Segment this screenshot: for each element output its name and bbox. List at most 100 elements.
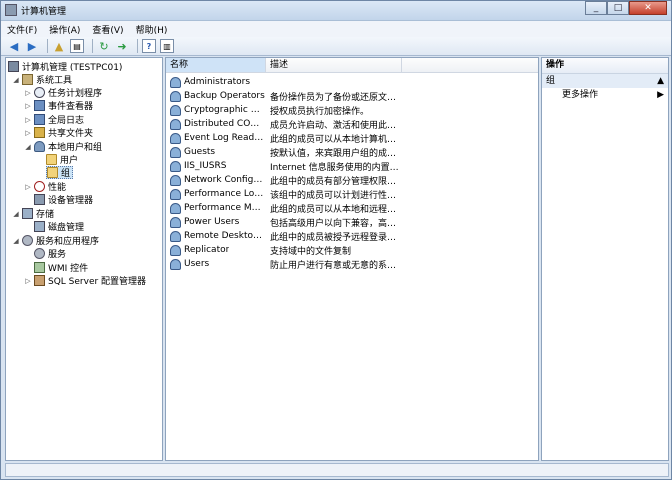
log-icon [34, 114, 45, 125]
export-list-icon[interactable]: ➜ [115, 39, 129, 53]
actions-header: 操作 [542, 58, 668, 74]
list-item[interactable]: Replicator 支持域中的文件复制 [166, 243, 538, 257]
group-description-cell: 成员允许启动、激活和使用此计... [270, 120, 402, 131]
tree-item-task-scheduler[interactable]: ▷ 任务计划程序 [24, 86, 102, 99]
tree-item-root[interactable]: 计算机管理 (TESTPC01) [8, 60, 122, 73]
event-viewer-icon [34, 100, 45, 111]
expand-arrow-icon[interactable]: ▷ [24, 129, 32, 137]
window-controls: _ □ ✕ [585, 1, 667, 15]
expand-arrow-icon[interactable]: ▷ [24, 89, 32, 97]
group-icon [170, 216, 181, 228]
clock-icon [34, 87, 45, 98]
tree-item-groups[interactable]: 组 [46, 166, 74, 179]
group-name-cell: Remote Desktop Us... [166, 230, 266, 242]
disk-icon [34, 221, 45, 232]
back-arrow-icon[interactable]: ◀ [7, 39, 21, 53]
tools-icon [22, 74, 33, 85]
group-icon [170, 244, 181, 256]
expand-arrow-icon[interactable]: ▷ [24, 116, 32, 124]
forward-arrow-icon[interactable]: ▶ [25, 39, 39, 53]
console-tree: 计算机管理 (TESTPC01) ◢ 系统工具 ▷ 任务计划程序 ▷ 事件查看器… [5, 57, 163, 461]
list-item[interactable]: Guests 按默认值，来宾跟用户组的成员... [166, 145, 538, 159]
group-description-cell: 备份操作员为了备份或还原文件... [270, 92, 402, 103]
list-item[interactable]: Distributed COM Us... 成员允许启动、激活和使用此计... [166, 117, 538, 131]
up-folder-icon[interactable]: ▲ [52, 39, 66, 53]
refresh-icon[interactable]: ↻ [97, 39, 111, 53]
close-button[interactable]: ✕ [629, 1, 667, 15]
maximize-button[interactable]: □ [607, 1, 629, 15]
actions-group-section[interactable]: 组 ▲ [542, 74, 668, 88]
menu-action[interactable]: 操作(A) [43, 23, 86, 36]
computer-management-icon [5, 4, 17, 16]
collapse-up-icon[interactable]: ▲ [657, 74, 664, 88]
show-hide-action-pane-icon[interactable]: ▥ [160, 39, 174, 53]
group-name-cell: Cryptographic Oper... [166, 104, 266, 116]
tree-item-performance[interactable]: ▷ 性能 [24, 180, 66, 193]
group-icon [170, 104, 181, 116]
group-description-cell: 授权成员执行加密操作。 [270, 106, 370, 117]
group-description-cell: 此组的成员可以从本地和远程访... [270, 204, 402, 215]
title-bar: 计算机管理 _ □ ✕ [1, 1, 671, 21]
actions-pane: 操作 组 ▲ 更多操作 ▶ [541, 57, 669, 461]
group-icon [170, 230, 181, 242]
minimize-button[interactable]: _ [585, 1, 607, 15]
list-item[interactable]: Cryptographic Oper... 授权成员执行加密操作。 [166, 103, 538, 117]
list-item[interactable]: Remote Desktop Us... 此组中的成员被授予远程登录的... [166, 229, 538, 243]
list-item[interactable]: IIS_IUSRS Internet 信息服务使用的内置组。 [166, 159, 538, 173]
tree-item-system-tools[interactable]: ◢ 系统工具 [12, 73, 72, 86]
list-item[interactable]: Administrators [166, 75, 538, 89]
menu-bar: 文件(F) 操作(A) 查看(V) 帮助(H) [1, 21, 671, 37]
expand-arrow-icon[interactable]: ▷ [24, 102, 32, 110]
folder-icon [46, 154, 57, 165]
expand-arrow-icon[interactable]: ▷ [24, 277, 32, 285]
tree-item-device-manager[interactable]: 设备管理器 [34, 193, 93, 206]
menu-view[interactable]: 查看(V) [86, 23, 129, 36]
menu-file[interactable]: 文件(F) [1, 23, 43, 36]
group-name-cell: Guests [166, 146, 266, 158]
list-item[interactable]: Backup Operators 备份操作员为了备份或还原文件... [166, 89, 538, 103]
group-name-cell: Backup Operators [166, 90, 266, 102]
list-item[interactable]: Users 防止用户进行有意或无意的系统... [166, 257, 538, 271]
tree-item-users[interactable]: 用户 [46, 153, 78, 166]
group-description-cell: 此组中的成员被授予远程登录的... [270, 232, 402, 243]
list-item[interactable]: Performance Monit... 此组的成员可以从本地和远程访... [166, 201, 538, 215]
list-item[interactable]: Power Users 包括高级用户以向下兼容，高级... [166, 215, 538, 229]
collapse-arrow-icon[interactable]: ◢ [12, 76, 20, 84]
tree-item-local-users-groups[interactable]: ◢ 本地用户和组 [24, 140, 102, 153]
list-item[interactable]: Network Configurat... 此组中的成员有部分管理权限来... [166, 173, 538, 187]
group-name-cell: Users [166, 258, 266, 270]
sql-server-icon [34, 275, 45, 286]
help-icon[interactable]: ? [142, 39, 156, 53]
tree-item-event-viewer[interactable]: ▷ 事件查看器 [24, 99, 93, 112]
expand-arrow-icon[interactable]: ▷ [24, 183, 32, 191]
tree-item-services[interactable]: 服务 [34, 247, 66, 260]
collapse-arrow-icon[interactable]: ◢ [12, 237, 20, 245]
group-name-cell: Network Configurat... [166, 174, 266, 186]
tree-item-storage[interactable]: ◢ 存储 [12, 207, 54, 220]
menu-help[interactable]: 帮助(H) [130, 23, 174, 36]
column-description-header[interactable]: 描述 [266, 58, 402, 72]
column-name-header[interactable]: 名称 [166, 58, 266, 72]
tree-item-sql-config[interactable]: ▷ SQL Server 配置管理器 [24, 274, 146, 287]
performance-icon [34, 181, 45, 192]
tree-item-disk-management[interactable]: 磁盘管理 [34, 220, 84, 233]
tree-item-wmi[interactable]: WMI 控件 [34, 261, 88, 274]
group-icon [170, 160, 181, 172]
group-name-cell: Performance Log U... [166, 188, 266, 200]
group-name-cell: Event Log Readers [166, 132, 266, 144]
collapse-arrow-icon[interactable]: ◢ [24, 143, 32, 151]
list-item[interactable]: Event Log Readers 此组的成员可以从本地计算机中... [166, 131, 538, 145]
list-item[interactable]: Performance Log U... 该组中的成员可以计划进行性能... [166, 187, 538, 201]
group-name-cell: Distributed COM Us... [166, 118, 266, 130]
groups-list: 名称 描述 Administrators Backup Operators 备份操作… [165, 57, 539, 461]
group-description-cell: 该组中的成员可以计划进行性能... [270, 190, 402, 201]
show-hide-tree-icon[interactable]: ▤ [70, 39, 84, 53]
tree-item-global-log[interactable]: ▷ 全局日志 [24, 113, 84, 126]
tree-item-shared-folders[interactable]: ▷ 共享文件夹 [24, 126, 93, 139]
collapse-arrow-icon[interactable]: ◢ [12, 210, 20, 218]
group-name-cell: IIS_IUSRS [166, 160, 266, 172]
more-actions-item[interactable]: 更多操作 ▶ [542, 88, 668, 102]
tree-item-services-apps[interactable]: ◢ 服务和应用程序 [12, 234, 99, 247]
group-name-cell: Power Users [166, 216, 266, 228]
group-icon [170, 76, 181, 88]
